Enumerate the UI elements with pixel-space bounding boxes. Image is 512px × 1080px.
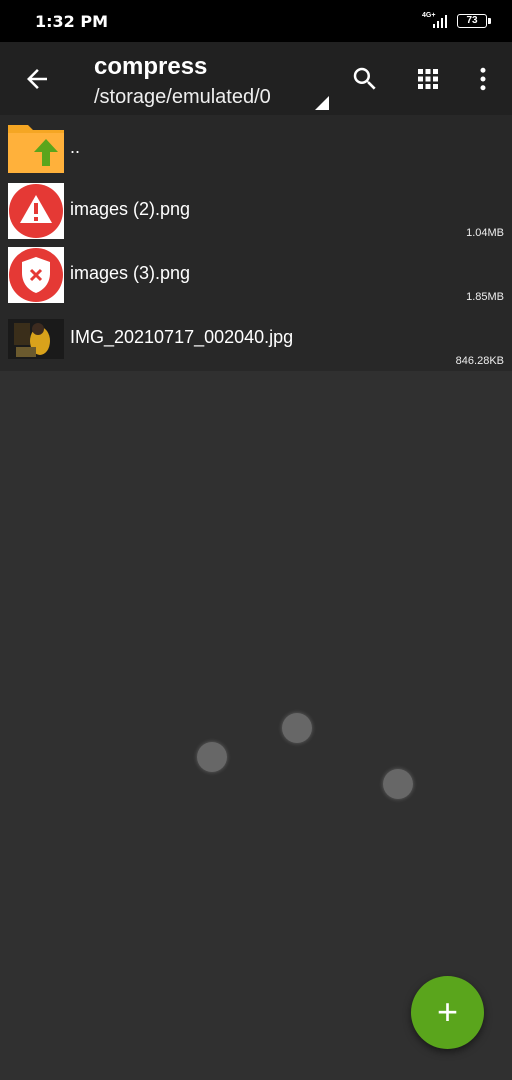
list-item-parent-folder[interactable]: ..	[0, 115, 512, 179]
file-name: images (3).png	[70, 263, 191, 283]
back-arrow-icon[interactable]	[22, 64, 52, 94]
shield-error-icon	[8, 247, 64, 303]
add-button[interactable]: +	[411, 976, 484, 1049]
page-title: compress	[94, 53, 208, 80]
touch-indicator	[197, 742, 227, 772]
folder-up-icon	[8, 125, 64, 173]
search-icon[interactable]	[350, 64, 380, 94]
toolbar: compress /storage/emulated/0	[0, 42, 512, 115]
more-vert-icon[interactable]	[468, 64, 498, 94]
file-size: 846.28KB	[455, 355, 504, 367]
file-name: images (2).png	[70, 199, 191, 219]
file-list: .. images (2).png 1.04MB images (3).png …	[0, 115, 512, 371]
warning-icon	[8, 183, 64, 239]
grid-view-icon[interactable]	[413, 64, 443, 94]
file-size: 1.04MB	[466, 227, 504, 239]
file-name: IMG_20210717_002040.jpg	[70, 327, 294, 347]
list-item[interactable]: IMG_20210717_002040.jpg 846.28KB	[0, 307, 512, 371]
touch-indicator	[282, 713, 312, 743]
path-selector[interactable]: /storage/emulated/0	[94, 86, 271, 109]
file-size: 1.85MB	[466, 291, 504, 303]
status-time: 1:32 PM	[35, 12, 109, 31]
file-name: ..	[70, 137, 81, 157]
dropdown-caret-icon[interactable]	[315, 96, 329, 110]
list-item[interactable]: images (3).png 1.85MB	[0, 243, 512, 307]
battery-icon: 73	[457, 14, 491, 28]
list-item[interactable]: images (2).png 1.04MB	[0, 179, 512, 243]
signal-icon	[433, 15, 447, 28]
touch-indicator	[383, 769, 413, 799]
status-bar: 1:32 PM 4G+ 73	[0, 0, 512, 42]
photo-thumbnail	[8, 319, 64, 359]
battery-level: 73	[466, 15, 478, 26]
